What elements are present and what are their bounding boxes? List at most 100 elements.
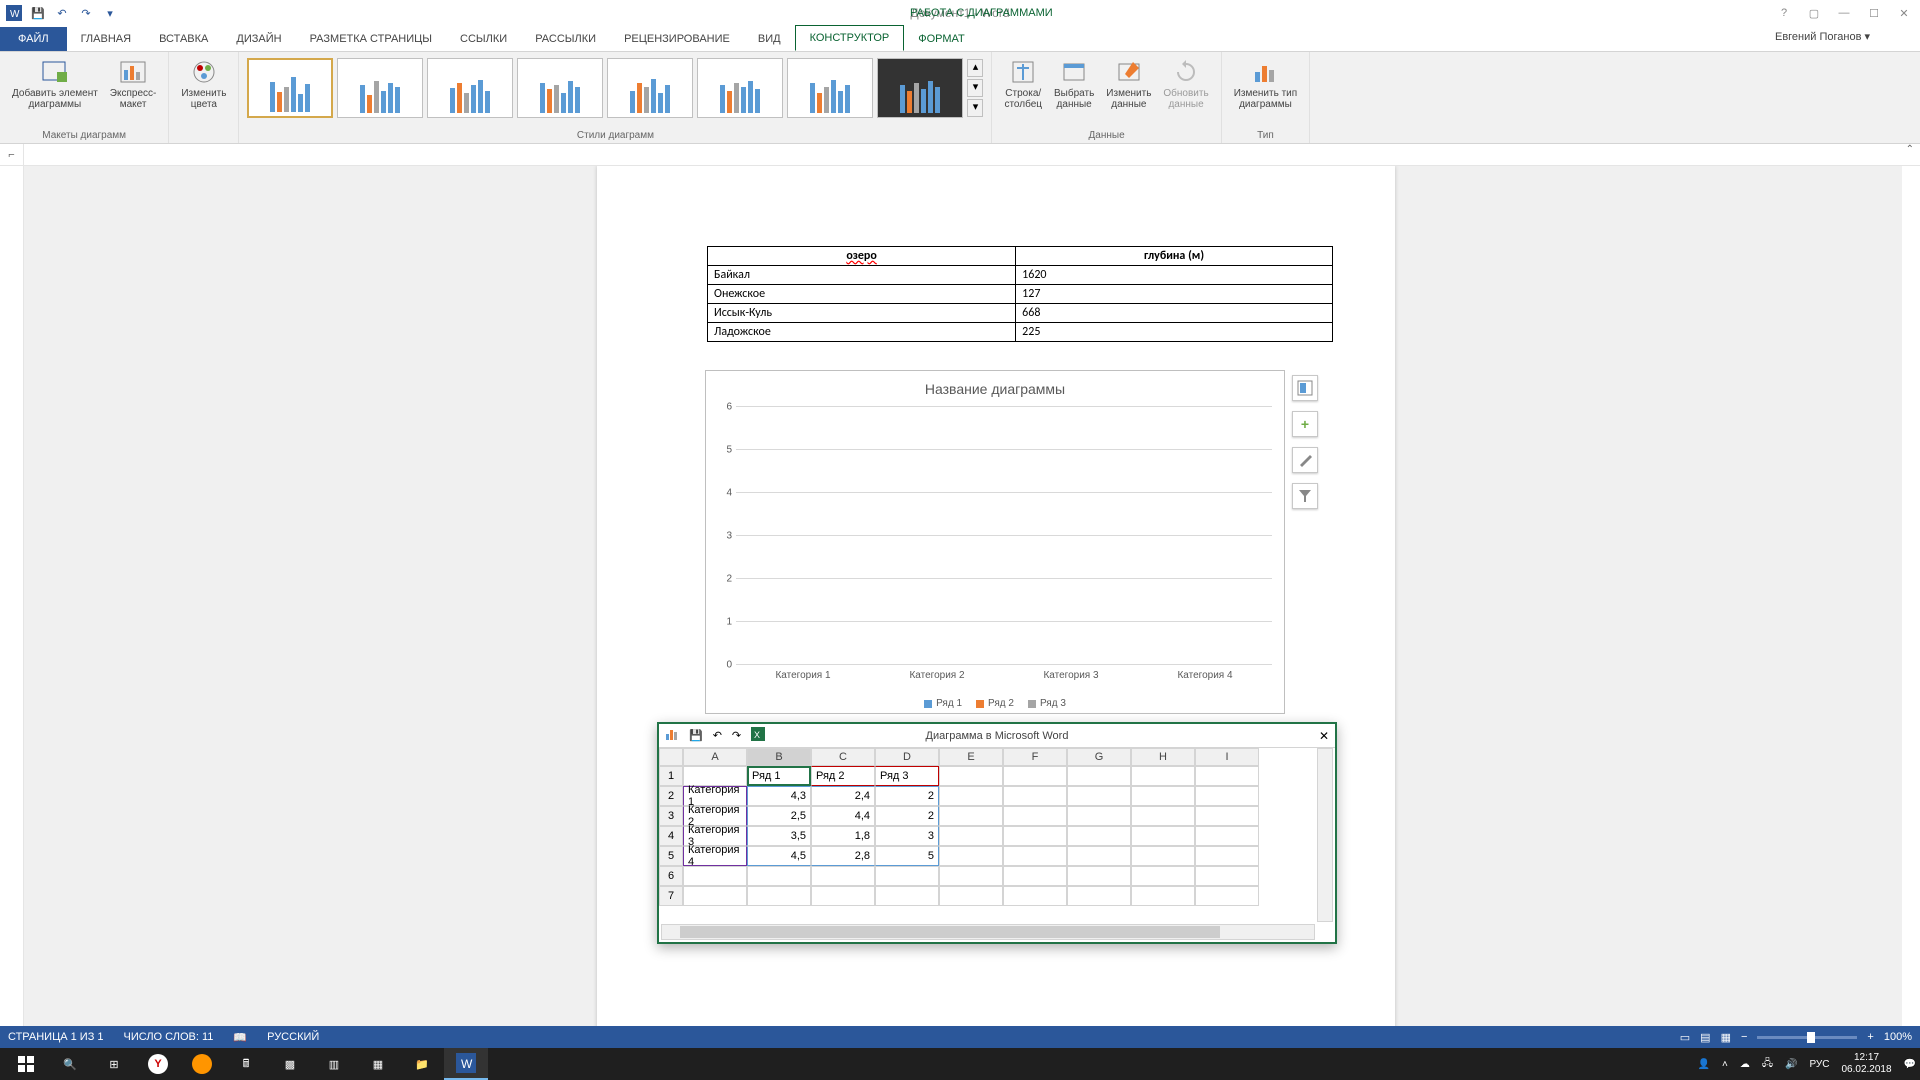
excel-scrollbar-vertical[interactable] — [1317, 748, 1333, 922]
chart-style-1[interactable] — [247, 58, 333, 118]
style-gallery-more[interactable]: ▾ — [967, 99, 983, 117]
excel-scrollbar-horizontal[interactable] — [661, 924, 1315, 940]
table-header-depth[interactable]: глубина (м) — [1016, 247, 1333, 266]
change-colors-button[interactable]: Изменить цвета — [175, 56, 232, 112]
excel-close-icon[interactable]: ✕ — [1319, 729, 1329, 743]
chart-y-axis: 6 5 4 3 2 1 0 — [720, 407, 734, 665]
tab-design[interactable]: ДИЗАЙН — [222, 27, 295, 51]
status-page[interactable]: СТРАНИЦА 1 ИЗ 1 — [8, 1031, 104, 1043]
tab-view[interactable]: ВИД — [744, 27, 795, 51]
ruler-h-track[interactable] — [24, 144, 1920, 165]
status-language[interactable]: РУССКИЙ — [267, 1031, 319, 1043]
edit-data-button[interactable]: Изменить данные — [1100, 56, 1157, 112]
tab-file[interactable]: ФАЙЛ — [0, 27, 67, 51]
style-gallery-down[interactable]: ▾ — [967, 79, 983, 97]
tray-clock[interactable]: 12:17 06.02.2018 — [1841, 1052, 1891, 1076]
excel-redo-icon[interactable]: ↷ — [732, 729, 741, 742]
switch-row-column-button[interactable]: Строка/ столбец — [998, 56, 1048, 112]
help-icon[interactable]: ? — [1772, 3, 1796, 23]
table-row[interactable]: Иссык-Куль668 — [708, 304, 1333, 323]
chart-styles-icon[interactable] — [1292, 447, 1318, 473]
zoom-slider[interactable] — [1757, 1036, 1857, 1039]
view-web-layout-icon[interactable]: ▦ — [1721, 1031, 1731, 1044]
taskbar-word-icon[interactable]: W — [444, 1048, 488, 1080]
view-read-mode-icon[interactable]: ▭ — [1680, 1031, 1690, 1044]
taskbar-calendar-icon[interactable]: ▦ — [356, 1048, 400, 1080]
chart-style-6[interactable] — [697, 58, 783, 118]
minimize-icon[interactable]: — — [1832, 3, 1856, 23]
chart-style-8[interactable] — [877, 58, 963, 118]
undo-icon[interactable]: ↶ — [54, 5, 70, 21]
status-word-count[interactable]: ЧИСЛО СЛОВ: 11 — [124, 1031, 214, 1043]
chart-title[interactable]: Название диаграммы — [706, 371, 1284, 403]
quick-layout-button[interactable]: Экспресс- макет — [104, 56, 163, 112]
tab-insert[interactable]: ВСТАВКА — [145, 27, 222, 51]
search-icon[interactable]: 🔍 — [48, 1048, 92, 1080]
chart-style-7[interactable] — [787, 58, 873, 118]
chart-style-2[interactable] — [337, 58, 423, 118]
ribbon-options-icon[interactable]: ▢ — [1802, 3, 1826, 23]
add-chart-element-button[interactable]: Добавить элемент диаграммы — [6, 56, 104, 112]
tray-network-icon[interactable]: 🖧 — [1762, 1056, 1773, 1073]
tray-up-icon[interactable]: ˄ — [1722, 1059, 1728, 1070]
zoom-in-icon[interactable]: + — [1867, 1031, 1873, 1043]
tray-notifications-icon[interactable]: 💬 — [1904, 1059, 1916, 1070]
legend-series-3[interactable]: Ряд 3 — [1028, 698, 1066, 709]
chart-style-3[interactable] — [427, 58, 513, 118]
tab-page-layout[interactable]: РАЗМЕТКА СТРАНИЦЫ — [296, 27, 446, 51]
status-proofing-icon[interactable]: 📖 — [233, 1031, 247, 1044]
change-chart-type-button[interactable]: Изменить тип диаграммы — [1228, 56, 1303, 112]
style-gallery-up[interactable]: ▴ — [967, 59, 983, 77]
chart-elements-icon[interactable]: + — [1292, 411, 1318, 437]
maximize-icon[interactable]: ☐ — [1862, 3, 1886, 23]
select-data-button[interactable]: Выбрать данные — [1048, 56, 1100, 112]
chart-layout-options-icon[interactable] — [1292, 375, 1318, 401]
qat-customize-icon[interactable]: ▾ — [102, 5, 118, 21]
chart-style-5[interactable] — [607, 58, 693, 118]
start-button[interactable] — [4, 1048, 48, 1080]
tray-language[interactable]: РУС — [1809, 1059, 1829, 1070]
tab-references[interactable]: ССЫЛКИ — [446, 27, 521, 51]
legend-series-1[interactable]: Ряд 1 — [924, 698, 962, 709]
chart-style-4[interactable] — [517, 58, 603, 118]
zoom-out-icon[interactable]: − — [1741, 1031, 1747, 1043]
redo-icon[interactable]: ↷ — [78, 5, 94, 21]
taskbar-yandex-icon[interactable]: Y — [136, 1048, 180, 1080]
tab-chart-design[interactable]: КОНСТРУКТОР — [795, 25, 905, 51]
table-row[interactable]: Ладожское225 — [708, 323, 1333, 342]
tray-people-icon[interactable]: 👤 — [1698, 1059, 1710, 1070]
task-view-icon[interactable]: ⊞ — [92, 1048, 136, 1080]
view-print-layout-icon[interactable]: ▤ — [1700, 1031, 1710, 1044]
chart-bars[interactable]: Категория 1Категория 2Категория 3Категор… — [736, 407, 1272, 665]
table-row[interactable]: Онежское127 — [708, 285, 1333, 304]
tray-onedrive-icon[interactable]: ☁ — [1740, 1059, 1750, 1070]
taskbar-firefox-icon[interactable] — [180, 1048, 224, 1080]
table-header-lake[interactable]: озеро — [708, 247, 1016, 266]
tray-volume-icon[interactable]: 🔊 — [1785, 1059, 1797, 1070]
lakes-table: озеро глубина (м) Байкал1620 Онежское127… — [707, 246, 1333, 342]
taskbar-app-icon[interactable]: ▩ — [268, 1048, 312, 1080]
tab-review[interactable]: РЕЦЕНЗИРОВАНИЕ — [610, 27, 744, 51]
excel-save-icon[interactable]: 💾 — [689, 729, 703, 742]
chart-filters-icon[interactable] — [1292, 483, 1318, 509]
ruler-vertical[interactable] — [0, 166, 24, 1052]
table-row[interactable]: Байкал1620 — [708, 266, 1333, 285]
legend-series-2[interactable]: Ряд 2 — [976, 698, 1014, 709]
excel-grid[interactable]: ABCDEFGHI1Ряд 1Ряд 2Ряд 32Категория 14,3… — [659, 748, 1335, 906]
taskbar-calculator-icon[interactable]: 🖩 — [224, 1048, 268, 1080]
excel-undo-icon[interactable]: ↶ — [713, 729, 722, 742]
tab-chart-format[interactable]: ФОРМАТ — [904, 27, 979, 51]
chart-plot-area[interactable]: 6 5 4 3 2 1 0 Категория 1Категория 2Кате… — [736, 407, 1272, 665]
tab-mailings[interactable]: РАССЫЛКИ — [521, 27, 610, 51]
chart-object[interactable]: Название диаграммы 6 5 4 3 2 1 0 Категор… — [705, 370, 1285, 714]
taskbar-explorer-icon[interactable]: 📁 — [400, 1048, 444, 1080]
chart-legend[interactable]: Ряд 1 Ряд 2 Ряд 3 — [706, 698, 1284, 709]
excel-open-excel-icon[interactable]: X — [751, 727, 765, 744]
zoom-level[interactable]: 100% — [1884, 1031, 1912, 1043]
tab-home[interactable]: ГЛАВНАЯ — [67, 27, 145, 51]
user-name[interactable]: Евгений Поганов ▾ — [1775, 30, 1870, 43]
taskbar-app2-icon[interactable]: ▥ — [312, 1048, 356, 1080]
save-icon[interactable]: 💾 — [30, 5, 46, 21]
refresh-data-button[interactable]: Обновить данные — [1157, 56, 1214, 112]
close-icon[interactable]: ✕ — [1892, 3, 1916, 23]
